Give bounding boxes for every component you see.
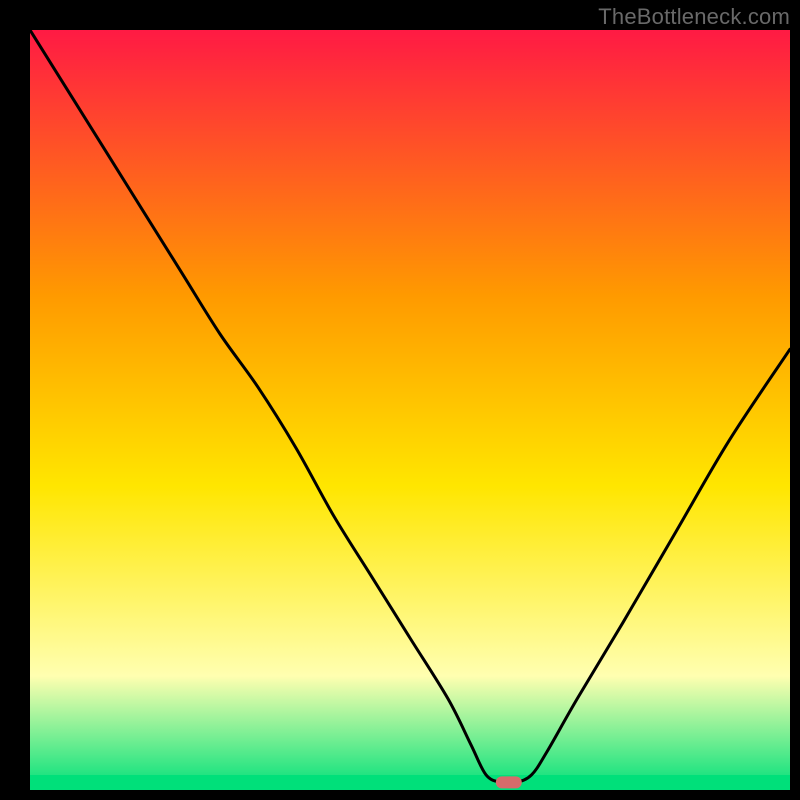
chart-background: [30, 30, 790, 790]
bottleneck-chart: [30, 30, 790, 790]
green-band: [30, 775, 790, 790]
watermark-text: TheBottleneck.com: [598, 4, 790, 30]
optimal-marker: [496, 776, 522, 788]
